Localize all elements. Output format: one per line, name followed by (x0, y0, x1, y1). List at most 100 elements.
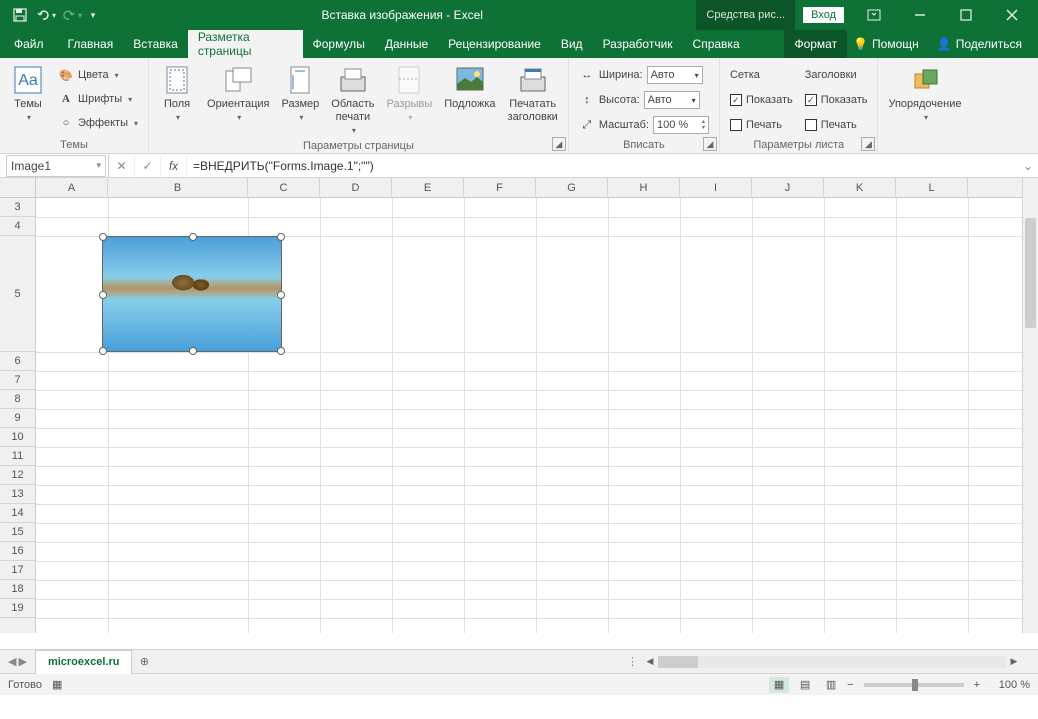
qat-customize[interactable]: ▾ (86, 3, 100, 27)
tell-me-button[interactable]: 💡Помощн (847, 37, 925, 51)
zoom-out-button[interactable]: − (847, 679, 853, 691)
row-header[interactable]: 5 (0, 236, 35, 352)
zoom-slider[interactable] (864, 683, 964, 687)
row-header[interactable]: 15 (0, 523, 35, 542)
group-label-themes: Темы (6, 137, 142, 153)
arrange-button[interactable]: Упорядочение▾ (884, 62, 965, 125)
height-control[interactable]: ↕Высота:Авто▾ (575, 89, 713, 111)
width-control[interactable]: ↔Ширина:Авто▾ (575, 64, 713, 86)
normal-view-button[interactable]: ▦ (769, 677, 789, 693)
row-header[interactable]: 13 (0, 485, 35, 504)
enter-button[interactable]: ✓ (135, 155, 161, 177)
close-button[interactable] (990, 0, 1034, 30)
column-header[interactable]: I (680, 178, 752, 197)
formula-input[interactable]: =ВНЕДРИТЬ("Forms.Image.1";"") (187, 159, 1018, 173)
effects-button[interactable]: ○Эффекты▾ (54, 112, 142, 134)
sheet-tab[interactable]: microexcel.ru (35, 650, 133, 674)
size-button[interactable]: Размер▾ (277, 62, 323, 125)
print-area-button[interactable]: Область печати▾ (327, 62, 378, 138)
row-header[interactable]: 19 (0, 599, 35, 618)
add-sheet-button[interactable]: ⊕ (132, 650, 156, 674)
row-header[interactable]: 17 (0, 561, 35, 580)
gridlines-show-checkbox[interactable]: ✓Показать (726, 89, 797, 111)
scale-control[interactable]: ⤢Масштаб:100 %▴▾ (575, 114, 713, 136)
colors-button[interactable]: 🎨Цвета▾ (54, 64, 142, 86)
tab-page-layout[interactable]: Разметка страницы (188, 30, 303, 58)
row-header[interactable]: 4 (0, 217, 35, 236)
gridlines-print-checkbox[interactable]: Печать (726, 114, 797, 136)
zoom-in-button[interactable]: + (974, 679, 980, 691)
row-header[interactable]: 7 (0, 371, 35, 390)
tab-developer[interactable]: Разработчик (593, 30, 683, 58)
row-header[interactable]: 14 (0, 504, 35, 523)
print-titles-icon (517, 64, 549, 96)
share-button[interactable]: 👤Поделиться (931, 37, 1028, 51)
tab-view[interactable]: Вид (551, 30, 593, 58)
column-header[interactable]: A (36, 178, 108, 197)
column-header[interactable]: K (824, 178, 896, 197)
embedded-image[interactable] (102, 236, 282, 352)
redo-button[interactable]: ▾ (60, 3, 84, 27)
sheet-tab-bar: ◀▶ microexcel.ru ⊕ ⋮ ◀ ▶ (0, 649, 1038, 673)
column-header[interactable]: D (320, 178, 392, 197)
row-header[interactable]: 12 (0, 466, 35, 485)
login-button[interactable]: Вход (803, 7, 844, 23)
sheet-options-dialog-launcher[interactable]: ◢ (861, 137, 875, 151)
breaks-button[interactable]: Разрывы▾ (382, 62, 436, 125)
column-header[interactable]: L (896, 178, 968, 197)
tab-formulas[interactable]: Формулы (303, 30, 375, 58)
headings-print-checkbox[interactable]: Печать (801, 114, 872, 136)
undo-button[interactable]: ▾ (34, 3, 58, 27)
fonts-button[interactable]: AШрифты▾ (54, 88, 142, 110)
row-header[interactable]: 3 (0, 198, 35, 217)
orientation-button[interactable]: Ориентация▾ (203, 62, 273, 125)
tab-file[interactable]: Файл (0, 30, 58, 58)
sheet-nav[interactable]: ◀▶ (0, 655, 35, 668)
ribbon-tabs: Файл Главная Вставка Разметка страницы Ф… (0, 30, 1038, 58)
margins-button[interactable]: Поля▾ (155, 62, 199, 125)
row-header[interactable]: 16 (0, 542, 35, 561)
row-header[interactable]: 9 (0, 409, 35, 428)
row-header[interactable]: 10 (0, 428, 35, 447)
cancel-button[interactable]: ✕ (109, 155, 135, 177)
row-header[interactable]: 6 (0, 352, 35, 371)
column-header[interactable]: E (392, 178, 464, 197)
tab-data[interactable]: Данные (375, 30, 438, 58)
tab-help[interactable]: Справка (683, 30, 750, 58)
print-titles-button[interactable]: Печатать заголовки (504, 62, 562, 126)
themes-button[interactable]: Aa Темы▾ (6, 62, 50, 125)
horizontal-scrollbar[interactable]: ◀ ▶ (642, 656, 1022, 668)
cells-area[interactable] (36, 198, 1022, 633)
page-setup-dialog-launcher[interactable]: ◢ (552, 137, 566, 151)
tab-home[interactable]: Главная (58, 30, 124, 58)
minimize-button[interactable] (898, 0, 942, 30)
macro-record-icon[interactable]: ▦ (52, 678, 62, 691)
save-button[interactable] (8, 3, 32, 27)
expand-formula-bar[interactable]: ⌄ (1018, 159, 1038, 173)
column-header[interactable]: H (608, 178, 680, 197)
column-header[interactable]: B (108, 178, 248, 197)
name-box[interactable]: Image1▾ (6, 155, 106, 177)
page-break-view-button[interactable]: ▥ (821, 677, 841, 693)
zoom-level[interactable]: 100 % (986, 679, 1030, 691)
page-layout-view-button[interactable]: ▤ (795, 677, 815, 693)
column-header[interactable]: J (752, 178, 824, 197)
row-header[interactable]: 11 (0, 447, 35, 466)
tab-insert[interactable]: Вставка (123, 30, 188, 58)
background-button[interactable]: Подложка (440, 62, 499, 113)
row-header[interactable]: 18 (0, 580, 35, 599)
maximize-button[interactable] (944, 0, 988, 30)
headings-label: Заголовки (801, 64, 872, 86)
column-header[interactable]: G (536, 178, 608, 197)
headings-show-checkbox[interactable]: ✓Показать (801, 89, 872, 111)
select-all-corner[interactable] (0, 178, 36, 198)
ribbon-options-button[interactable] (852, 0, 896, 30)
tab-review[interactable]: Рецензирование (438, 30, 551, 58)
tab-format[interactable]: Формат (784, 30, 847, 58)
row-header[interactable]: 8 (0, 390, 35, 409)
scale-dialog-launcher[interactable]: ◢ (703, 137, 717, 151)
column-header[interactable]: C (248, 178, 320, 197)
fx-button[interactable]: fx (161, 155, 187, 177)
vertical-scrollbar[interactable] (1022, 178, 1038, 633)
column-header[interactable]: F (464, 178, 536, 197)
